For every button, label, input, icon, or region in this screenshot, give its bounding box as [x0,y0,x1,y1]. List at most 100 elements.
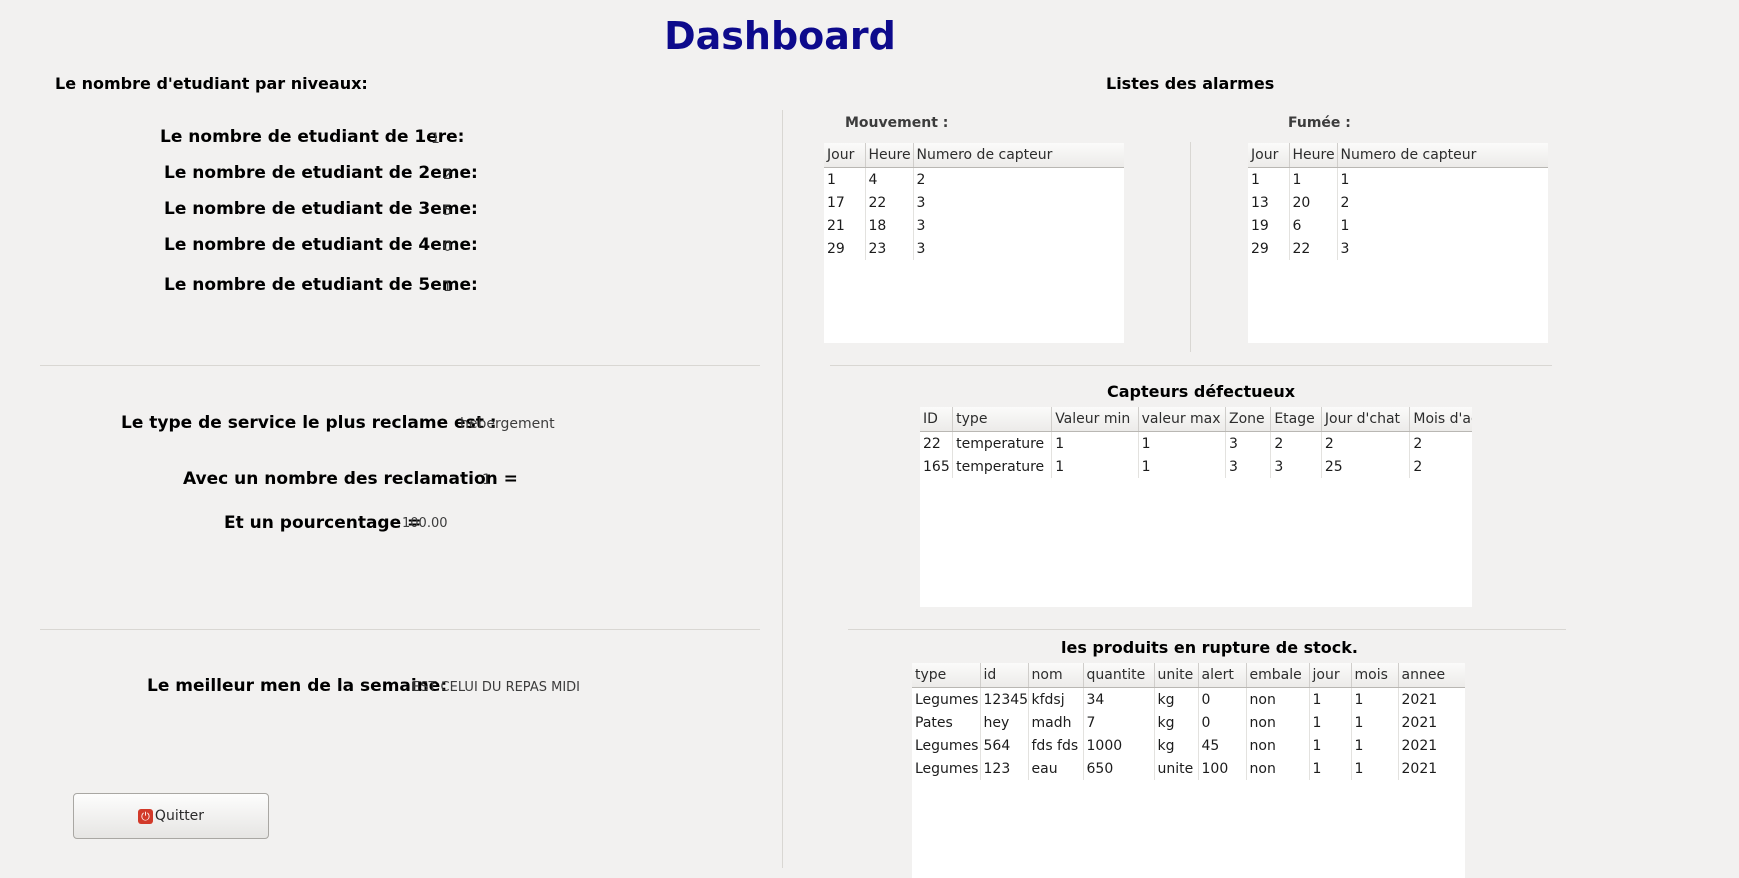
main-vertical-divider [782,110,783,868]
column-header[interactable]: Numero de capteur [1337,143,1548,168]
table-row[interactable]: Legumes 123 eau 650 unite 100 non 1 1 2021 [912,757,1465,780]
movement-label: Mouvement : [845,115,949,131]
table-cell: 1 [1337,167,1548,191]
table-cell: 45 [1198,734,1247,757]
table-cell: 2 [1409,431,1472,455]
table-row[interactable]: 165 temperature 1 1 3 3 25 2 [920,455,1472,478]
table-cell: non [1246,687,1310,711]
column-header[interactable]: ID [920,407,954,432]
table-cell: 21 [824,214,866,237]
table-row[interactable]: 21 18 3 [824,214,1124,237]
table-cell: Legumes [912,687,981,711]
column-header[interactable]: Jour [824,143,866,168]
table-cell: 1 [824,167,866,191]
table-cell: 3 [913,191,1124,214]
stock-table[interactable]: type id nom quantite unite alert embale jour moi… [912,663,1465,878]
table-row[interactable]: 29 23 3 [824,237,1124,260]
complaint-count-label: Avec un nombre des reclamation = [183,469,518,489]
column-header[interactable]: Numero de capteur [913,143,1124,168]
movement-table[interactable]: Jour Heure Numero de capteur 1 4 2 17 22 3 21 18 3 2… [824,143,1124,343]
column-header[interactable]: type [912,663,981,688]
table-cell: 2021 [1398,757,1465,780]
table-cell: 2 [1337,191,1548,214]
table-cell: 22 [1289,237,1338,260]
column-header[interactable]: nom [1028,663,1084,688]
table-row[interactable]: Legumes 12345 kfdsj 34 kg 0 non 1 1 2021 [912,687,1465,711]
table-cell: 2 [1321,431,1411,455]
sensors-heading: Capteurs défectueux [1107,382,1296,401]
column-header[interactable]: jour [1309,663,1352,688]
complaint-count-value: 1 [482,472,491,488]
table-cell: non [1246,757,1310,780]
table-cell: 17 [824,191,866,214]
student-level-label: Le nombre de etudiant de 3eme: [164,199,478,219]
column-header[interactable]: Heure [1289,143,1338,168]
column-header[interactable]: Jour d'chat [1321,407,1411,432]
table-cell: 1 [1351,687,1399,711]
table-cell: 1 [1309,687,1352,711]
table-row[interactable]: 111 [1248,167,1548,191]
table-cell: 1000 [1083,734,1155,757]
column-header[interactable]: Etage [1270,407,1322,432]
table-row[interactable]: 13 20 2 [1248,191,1548,214]
student-level-label: Le nombre de etudiant de 5eme: [164,275,478,295]
table-cell: 1 [1248,167,1290,191]
table-cell: 25 [1321,455,1411,478]
table-row[interactable]: 142 [824,167,1124,191]
table-cell: non [1246,711,1310,734]
table-cell: 20 [1289,191,1338,214]
smoke-table[interactable]: Jour Heure Numero de capteur 1 1 1 13 20 2 19 6 1 29… [1248,143,1548,343]
table-cell: 1 [1051,431,1139,455]
alarms-heading: Listes des alarmes [1106,74,1275,93]
left-divider-1 [40,365,760,366]
table-cell: 3 [1270,455,1322,478]
table-cell: temperature [952,455,1053,478]
table-row[interactable]: 19 6 1 [1248,214,1548,237]
table-row[interactable]: 29 22 3 [1248,237,1548,260]
table-cell: 1 [1309,757,1352,780]
table-row[interactable]: Pates hey madh 7 kg 0 non 1 1 2021 [912,711,1465,734]
quit-button[interactable]: ⏻ Quitter [73,793,269,839]
table-row[interactable]: Legumes 564 fds fds 1000 kg 45 non 1 1 2021 [912,734,1465,757]
left-divider-2 [40,629,760,630]
quit-button-label: Quitter [154,808,205,824]
column-header[interactable]: annee [1398,663,1465,688]
column-header[interactable]: type [952,407,1053,432]
column-header[interactable]: id [980,663,1029,688]
column-header[interactable]: embale [1246,663,1310,688]
table-cell: 4 [865,167,914,191]
column-header[interactable]: alert [1198,663,1247,688]
table-cell: 0 [1198,687,1247,711]
table-cell: non [1246,734,1310,757]
service-type-value: hebergement [460,416,555,432]
table-cell: Legumes [912,757,981,780]
column-header[interactable]: Zone [1225,407,1272,432]
table-cell: 0 [1198,711,1247,734]
table-cell: 1 [1309,734,1352,757]
table-row[interactable]: 22 temperature 1 1 3 2 2 2 [920,431,1472,455]
table-cell: 1 [1337,214,1548,237]
table-cell: 18 [865,214,914,237]
column-header[interactable]: mois [1351,663,1399,688]
table-cell: madh [1028,711,1084,734]
column-header[interactable]: unite [1154,663,1199,688]
column-header[interactable]: Jour [1248,143,1290,168]
column-header[interactable]: Mois d'achat [1409,407,1472,432]
table-cell: 19 [1248,214,1290,237]
column-header[interactable]: Heure [865,143,914,168]
column-header[interactable]: Valeur min [1051,407,1139,432]
alarm-vertical-divider [1190,142,1191,352]
percentage-label: Et un pourcentage = [224,513,422,533]
right-divider-1 [830,365,1552,366]
student-level-value: 0 [443,239,452,255]
service-type-label: Le type de service le plus reclame est : [121,413,497,433]
table-cell: 34 [1083,687,1155,711]
column-header[interactable]: valeur max [1138,407,1227,432]
table-row[interactable]: 17 22 3 [824,191,1124,214]
column-header[interactable]: quantite [1083,663,1155,688]
student-level-label: Le nombre de etudiant de 4eme: [164,235,478,255]
table-cell: fds fds [1028,734,1084,757]
faulty-sensors-table[interactable]: ID type Valeur min valeur max Zone Etage Jour … [920,407,1472,607]
table-cell: 3 [1337,237,1548,260]
table-cell: 1 [1138,455,1227,478]
